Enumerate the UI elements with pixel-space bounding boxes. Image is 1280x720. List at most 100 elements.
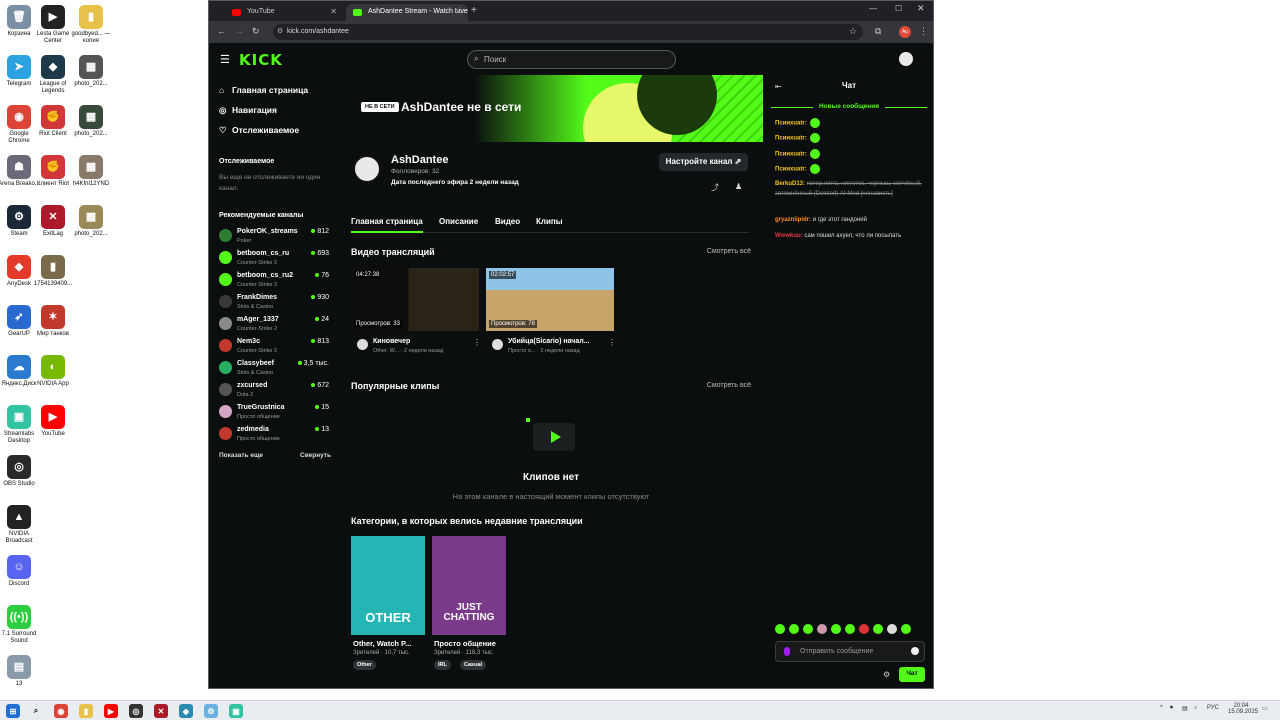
desktop-icon[interactable]: ☺ Discord: [0, 555, 40, 588]
tab-youtube[interactable]: YouTube ✕: [225, 4, 343, 21]
tab-about[interactable]: Описание: [439, 217, 478, 226]
youtube-taskbar-icon[interactable]: ▶: [104, 704, 118, 718]
desktop-icon[interactable]: ▲ NVIDIA Broadcast: [0, 505, 40, 545]
emote-icon[interactable]: [859, 624, 869, 634]
category-title[interactable]: Other, Watch P...: [353, 639, 411, 648]
recommended-channel[interactable]: zedmedia Просто общение 13: [219, 423, 331, 445]
desktop-icon[interactable]: ▶ Lesta Game Center: [32, 5, 74, 45]
desktop-icon[interactable]: ✶ Мир танков: [32, 305, 74, 338]
follow-user-icon[interactable]: ♟: [735, 182, 742, 191]
recommended-channel[interactable]: FrankDimes Slots & Casino 930: [219, 291, 331, 313]
emote-icon[interactable]: [817, 624, 827, 634]
chat-username[interactable]: Псииxuatr:: [775, 167, 807, 173]
tray-chevron-icon[interactable]: ^: [1160, 705, 1163, 711]
back-button[interactable]: ←: [217, 26, 226, 36]
bookmark-star-icon[interactable]: ☆: [849, 26, 857, 37]
desktop-icon[interactable]: ▦ photo_202...: [70, 55, 112, 88]
video-thumbnail[interactable]: 04:27:38 Просмотров: 33: [351, 268, 479, 331]
recommended-channel[interactable]: zxcursed Dota 2 672: [219, 379, 331, 401]
close-icon[interactable]: ✕: [330, 7, 337, 16]
category-title[interactable]: Просто общение: [434, 639, 496, 648]
kick-logo[interactable]: KICK: [239, 51, 283, 69]
reload-button[interactable]: ↻: [252, 26, 260, 37]
chat-username[interactable]: BerkuD13:: [775, 181, 805, 187]
emoji-picker-icon[interactable]: [911, 647, 919, 655]
category-tag[interactable]: IRL: [434, 660, 451, 670]
obs-taskbar-icon[interactable]: ◎: [129, 704, 143, 718]
search-taskbar-icon[interactable]: ⌕: [29, 704, 43, 718]
recommended-channel[interactable]: TrueGrustnica Просто общение 15: [219, 401, 331, 423]
emote-icon[interactable]: [873, 624, 883, 634]
emote-icon[interactable]: [887, 624, 897, 634]
videos-see-all-link[interactable]: Смотреть всё: [707, 248, 751, 255]
settings-taskbar-icon[interactable]: ⚙: [204, 704, 218, 718]
desktop-icon[interactable]: ▦ photo_202...: [70, 205, 112, 238]
site-info-icon[interactable]: ⚙: [277, 27, 283, 35]
channel-avatar[interactable]: [353, 155, 381, 183]
tab-home[interactable]: Главная страница: [351, 217, 423, 233]
desktop-icon[interactable]: ▮ goodbyed... — копия: [70, 5, 112, 45]
sidebar-item-home[interactable]: ⌂ Главная страница: [219, 85, 308, 95]
streamlabs-taskbar-icon[interactable]: ▣: [229, 704, 243, 718]
sidebar-item-following[interactable]: ♡ Отслеживаемое: [219, 125, 299, 136]
sidebar-item-browse[interactable]: ◎ Навигация: [219, 105, 277, 116]
clips-see-all-link[interactable]: Смотреть всё: [707, 382, 751, 389]
desktop-icon[interactable]: ◎ OBS Studio: [0, 455, 40, 488]
recommended-channel[interactable]: PokerOK_streams Poker 812: [219, 225, 331, 247]
recommended-channel[interactable]: betboom_cs_ru2 Counter-Strike 2 76: [219, 269, 331, 291]
exitlag-taskbar-icon[interactable]: ✕: [154, 704, 168, 718]
more-options-icon[interactable]: ⋮: [473, 338, 481, 347]
desktop-icon[interactable]: ▶ YouTube: [32, 405, 74, 438]
new-tab-button[interactable]: +: [471, 5, 477, 16]
search-input[interactable]: ⌕ Поиск: [467, 50, 676, 69]
chat-username[interactable]: Псииxuatr:: [775, 121, 807, 127]
close-window-button[interactable]: ✕: [917, 3, 925, 14]
tab-kick[interactable]: AshDantee Stream - Watch Live ✕: [346, 4, 468, 21]
forward-button[interactable]: →: [235, 26, 244, 36]
chat-username[interactable]: gryazniipidr:: [775, 217, 811, 223]
desktop-icon[interactable]: ▮ 1754139409...: [32, 255, 74, 288]
video-title[interactable]: Убийца(Sicario) начал...: [508, 338, 590, 345]
chrome-taskbar-icon[interactable]: ◉: [54, 704, 68, 718]
show-more-link[interactable]: Показать еще: [219, 452, 263, 459]
desktop-icon[interactable]: ✊ Riot Client: [32, 105, 74, 138]
hamburger-menu-icon[interactable]: ☰: [220, 53, 230, 66]
menu-dots-icon[interactable]: ⋮: [919, 26, 928, 37]
chat-send-button[interactable]: Чат: [899, 667, 925, 682]
desktop-icon[interactable]: ✊ Клиент Riot: [32, 155, 74, 188]
url-input[interactable]: ⚙ kick.com/ashdantee ☆: [273, 24, 863, 40]
desktop-icon[interactable]: ◆ League of Legends: [32, 55, 74, 95]
notifications-icon[interactable]: ▭: [1262, 705, 1268, 712]
chat-username[interactable]: Псииxuatr:: [775, 152, 807, 158]
category-tag[interactable]: Other: [353, 660, 376, 670]
emote-icon[interactable]: [803, 624, 813, 634]
desktop-icon[interactable]: ◐ NVIDIA App: [32, 355, 74, 388]
tab-videos[interactable]: Видео: [495, 217, 520, 226]
close-icon[interactable]: ✕: [455, 7, 462, 16]
extensions-icon[interactable]: ⧉: [875, 26, 881, 37]
volume-icon[interactable]: ♪: [1194, 705, 1197, 711]
maximize-button[interactable]: ☐: [895, 4, 902, 13]
desktop-icon[interactable]: ((•)) 7.1 Surround Sound: [0, 605, 40, 645]
microphone-icon[interactable]: [784, 647, 790, 656]
emote-icon[interactable]: [901, 624, 911, 634]
chat-settings-icon[interactable]: ⚙: [883, 670, 890, 679]
input-language[interactable]: РУС: [1207, 705, 1219, 711]
app-taskbar-icon[interactable]: ◆: [179, 704, 193, 718]
desktop-icon[interactable]: ▦ h4Kfnl12YND: [70, 155, 112, 188]
tab-clips[interactable]: Клипы: [536, 217, 563, 226]
recommended-channel[interactable]: Classybeef Slots & Casino 3,5 тыс.: [219, 357, 331, 379]
explorer-taskbar-icon[interactable]: ▮: [79, 704, 93, 718]
user-avatar[interactable]: [899, 52, 913, 66]
recommended-channel[interactable]: betboom_cs_ru Counter-Strike 2 693: [219, 247, 331, 269]
emote-icon[interactable]: [831, 624, 841, 634]
category-tag[interactable]: Casual: [460, 660, 487, 670]
network-icon[interactable]: ▤: [1182, 705, 1188, 712]
video-thumbnail[interactable]: 02:02:57 Просмотров: 78: [486, 268, 614, 331]
profile-avatar[interactable]: Au: [899, 26, 911, 38]
recommended-channel[interactable]: mAger_1337 Counter-Strike 2 24: [219, 313, 331, 335]
minimize-button[interactable]: —: [869, 4, 877, 13]
chat-input[interactable]: Отправить сообщение: [775, 641, 925, 662]
chat-username[interactable]: Wwwkuu:: [775, 233, 803, 239]
emote-icon[interactable]: [789, 624, 799, 634]
